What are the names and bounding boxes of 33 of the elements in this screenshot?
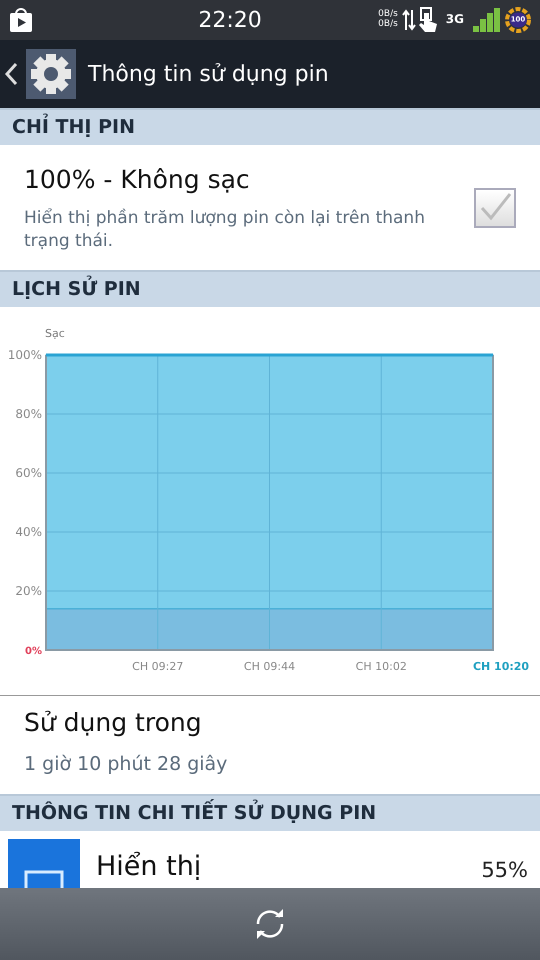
section-header: CHỈ THỊ PIN	[0, 108, 540, 145]
section-header: THÔNG TIN CHI TIẾT SỬ DỤNG PIN	[0, 794, 540, 832]
network-type: 3G	[446, 13, 464, 27]
setting-summary: Hiển thị phần trăm lượng pin còn lại trên thanh trạng thái.	[24, 206, 426, 254]
checkbox[interactable]	[474, 188, 516, 228]
y-tick-label: 60%	[15, 466, 42, 480]
settings-icon	[26, 49, 76, 99]
data-transfer-icon	[402, 8, 416, 32]
usage-percent: 55%	[481, 857, 528, 884]
store-bag-icon	[8, 7, 34, 33]
battery-ring-icon	[504, 6, 532, 34]
y-tick-label: 0%	[25, 646, 42, 658]
app-name: Hiển thị	[96, 850, 202, 884]
x-tick-label: CH 10:02	[356, 660, 407, 674]
usage-title: Sử dụng trong	[24, 707, 203, 740]
back-icon[interactable]	[4, 61, 18, 87]
axis-label: Sạc	[45, 327, 65, 340]
y-tick-label: 40%	[15, 525, 42, 540]
clock: 22:20	[198, 8, 262, 32]
x-tick-label: CH 09:27	[132, 660, 184, 674]
x-tick-label: CH 10:20	[472, 660, 530, 674]
y-tick-label: 80%	[15, 407, 42, 422]
setting-title: 100% - Không sạc	[24, 164, 251, 196]
y-tick-label: 100%	[8, 348, 42, 362]
x-tick-label: CH 09:44	[244, 660, 296, 674]
upload-speed: 0B/s	[378, 10, 398, 20]
section-header: LỊCH SỬ PIN	[0, 270, 540, 308]
screen-title: Thông tin sử dụng pin	[88, 60, 329, 88]
download-speed: 0B/s	[378, 20, 398, 30]
usage-duration: 1 giờ 10 phút 28 giây	[24, 752, 228, 777]
y-tick-label: 20%	[15, 584, 42, 598]
signal-icon	[472, 7, 500, 33]
display-app-icon	[8, 839, 80, 888]
